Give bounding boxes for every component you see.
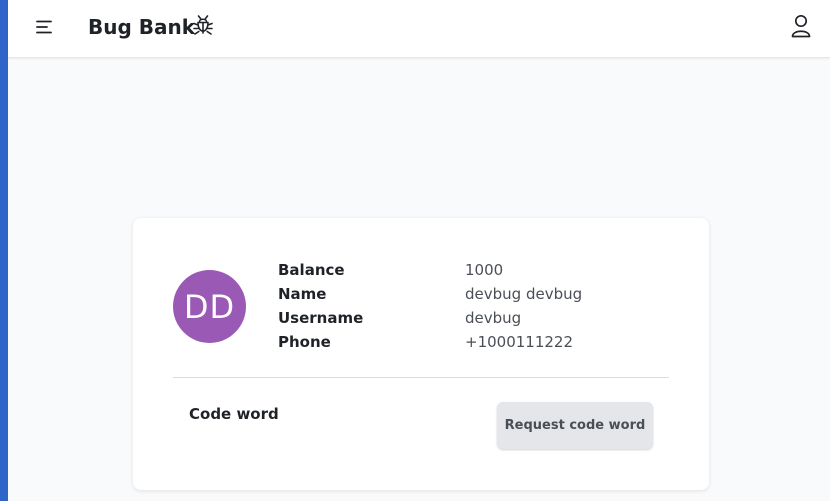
user-icon xyxy=(791,14,811,38)
username-label: Username xyxy=(278,309,364,327)
info-row-balance: Balance 1000 xyxy=(278,258,678,282)
account-card: DD Balance 1000 Name devbug devbug Usern… xyxy=(133,218,709,490)
bug-icon xyxy=(193,15,213,35)
info-row-name: Name devbug devbug xyxy=(278,282,678,306)
info-row-username: Username devbug xyxy=(278,306,678,330)
name-label: Name xyxy=(278,285,327,303)
menu-button[interactable] xyxy=(34,16,56,38)
phone-label: Phone xyxy=(278,333,331,351)
request-code-word-button[interactable]: Request code word xyxy=(497,402,653,449)
menu-icon xyxy=(36,20,52,34)
info-row-phone: Phone +1000111222 xyxy=(278,330,678,354)
app-title: Bug Bank xyxy=(88,15,196,39)
name-value: devbug devbug xyxy=(465,285,583,303)
code-word-label: Code word xyxy=(189,405,279,423)
app-root: Bug Bank DD Balance 1000 Name devbug dev… xyxy=(0,0,830,501)
username-value: devbug xyxy=(465,309,522,327)
account-button[interactable] xyxy=(788,12,814,40)
phone-value: +1000111222 xyxy=(465,333,574,351)
avatar: DD xyxy=(173,270,246,343)
balance-label: Balance xyxy=(278,261,345,279)
left-edge-strip xyxy=(0,0,8,501)
top-bar: Bug Bank xyxy=(8,0,830,58)
card-divider xyxy=(173,377,669,378)
balance-value: 1000 xyxy=(465,261,504,279)
